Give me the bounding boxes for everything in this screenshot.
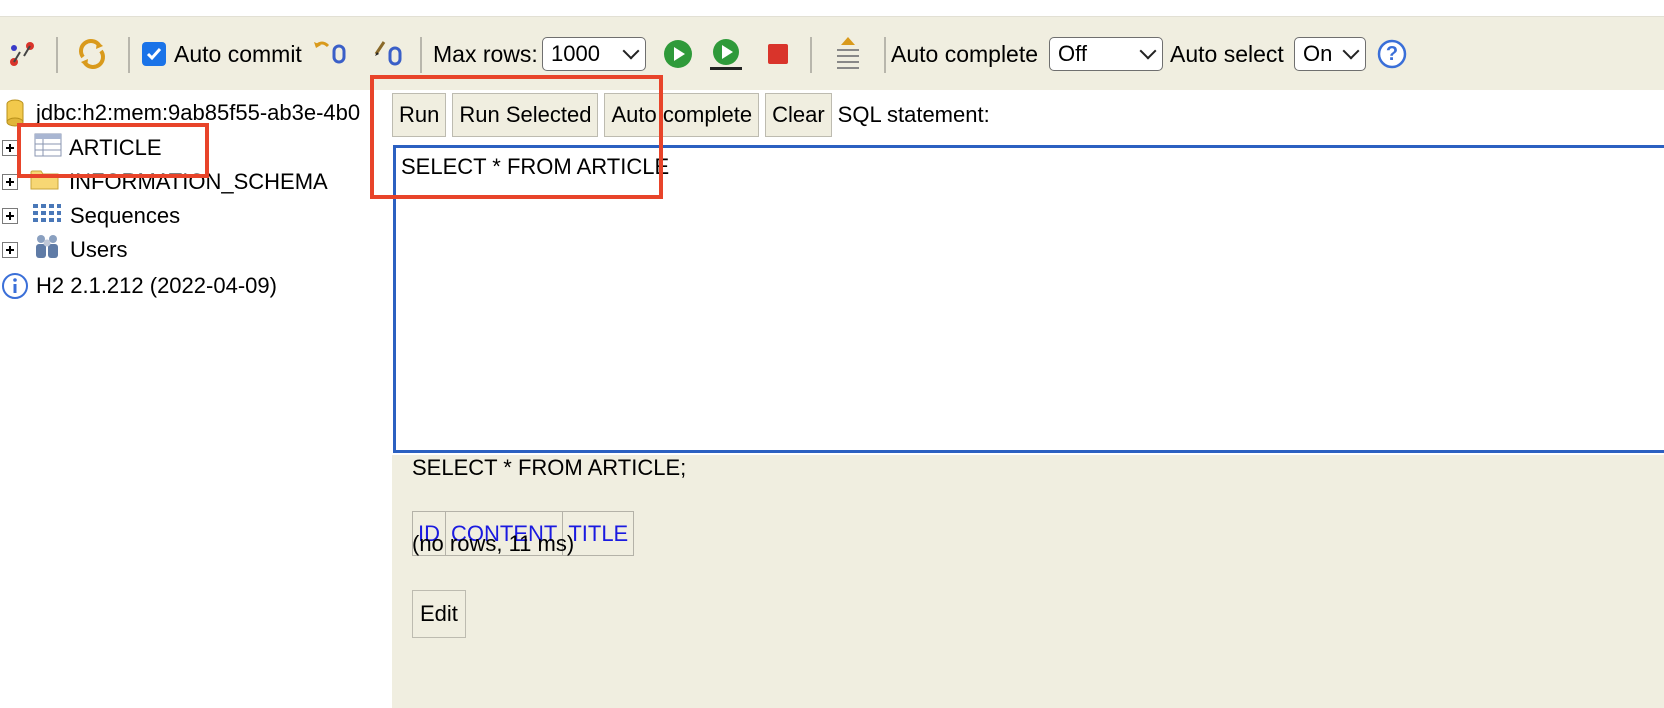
commit-button[interactable] xyxy=(370,17,406,91)
max-rows-label: Max rows: xyxy=(433,40,538,67)
auto-complete-group: Auto complete xyxy=(891,17,1038,91)
database-icon xyxy=(0,99,30,127)
tree-item-article[interactable]: ARTICLE xyxy=(0,130,162,166)
refresh-icon xyxy=(74,36,110,72)
tree-item-label: ARTICLE xyxy=(69,135,162,160)
auto-commit-label: Auto commit xyxy=(174,40,302,67)
toolbar: Auto commit Max rows: 1000 Auto complete… xyxy=(0,16,1664,90)
expand-icon[interactable] xyxy=(2,140,18,156)
help-glyph: ? xyxy=(1385,42,1399,65)
users-icon xyxy=(32,233,62,267)
tree-item-label: Sequences xyxy=(70,203,181,228)
sql-editor[interactable]: SELECT * FROM ARTICLE xyxy=(393,145,1664,453)
tree-item-users[interactable]: Users xyxy=(0,232,127,268)
auto-complete-select[interactable]: Off xyxy=(1049,37,1163,71)
tree-item-label: INFORMATION_SCHEMA xyxy=(69,169,328,194)
table-icon xyxy=(34,133,62,163)
disconnect-button[interactable] xyxy=(4,17,40,91)
history-icon xyxy=(830,36,866,72)
folder-icon xyxy=(30,167,60,197)
auto-complete-select-wrap: Off xyxy=(1049,17,1163,91)
commit-icon xyxy=(370,36,406,72)
disconnect-icon xyxy=(4,36,40,72)
run-button[interactable]: Run xyxy=(392,93,447,137)
help-button[interactable]: ? xyxy=(1374,17,1410,91)
clear-button[interactable]: Clear xyxy=(765,93,832,137)
auto-complete-value: Off xyxy=(1058,41,1087,66)
schema-tree: jdbc:h2:mem:9ab85f55-ab3e-4b0 ARTICLE IN… xyxy=(0,90,392,708)
sequences-icon xyxy=(32,202,62,230)
sql-text: SELECT * FROM ARTICLE xyxy=(401,154,670,179)
auto-commit-toggle[interactable]: Auto commit xyxy=(142,17,302,91)
run-selected-icon xyxy=(708,36,744,72)
result-status: (no rows, 11 ms) xyxy=(412,531,575,556)
max-rows-select[interactable]: 1000 xyxy=(542,37,646,71)
expand-icon[interactable] xyxy=(2,174,18,190)
history-button[interactable] xyxy=(830,17,866,91)
sql-statement-label: SQL statement: xyxy=(837,102,990,127)
connection-url: jdbc:h2:mem:9ab85f55-ab3e-4b0 xyxy=(36,100,361,125)
chevron-down-icon xyxy=(622,42,640,60)
tree-version: H2 2.1.212 (2022-04-09) xyxy=(0,268,277,304)
result-statement: SELECT * FROM ARTICLE; xyxy=(412,455,687,480)
rollback-button[interactable] xyxy=(312,17,348,91)
auto-commit-checkbox[interactable] xyxy=(142,42,166,66)
expand-icon[interactable] xyxy=(2,242,18,258)
run-icon xyxy=(660,36,696,72)
tree-item-label: Users xyxy=(70,237,128,262)
help-icon: ? xyxy=(1374,36,1410,72)
refresh-button[interactable] xyxy=(74,17,110,91)
stop-button[interactable] xyxy=(760,17,796,91)
chevron-down-icon xyxy=(1342,42,1360,60)
run-button-toolbar[interactable] xyxy=(660,17,696,91)
max-rows-select-wrap: 1000 xyxy=(542,17,646,91)
version-text: H2 2.1.212 (2022-04-09) xyxy=(36,273,277,298)
auto-select-select[interactable]: On xyxy=(1294,37,1366,71)
edit-button[interactable]: Edit xyxy=(412,590,466,638)
expand-icon[interactable] xyxy=(2,208,18,224)
auto-select-value: On xyxy=(1303,41,1333,66)
tree-item-information-schema[interactable]: INFORMATION_SCHEMA xyxy=(0,164,328,200)
chevron-down-icon xyxy=(1139,42,1157,60)
auto-select-select-wrap: On xyxy=(1294,17,1366,91)
stop-icon xyxy=(760,36,796,72)
info-icon xyxy=(0,272,30,300)
query-toolbar: Run Run Selected Auto complete Clear SQL… xyxy=(392,90,1664,140)
result-panel: SELECT * FROM ARTICLE; ID CONTENT TITLE … xyxy=(392,455,1664,708)
tree-item-sequences[interactable]: Sequences xyxy=(0,198,180,234)
auto-select-group: Auto select xyxy=(1170,17,1284,91)
auto-complete-label: Auto complete xyxy=(891,40,1039,67)
run-selected-button-toolbar[interactable] xyxy=(708,17,744,91)
auto-complete-button[interactable]: Auto complete xyxy=(604,93,760,137)
max-rows-value: 1000 xyxy=(551,41,600,66)
max-rows-group: Max rows: xyxy=(433,17,538,91)
rollback-icon xyxy=(312,36,348,72)
auto-select-label: Auto select xyxy=(1170,40,1284,67)
tree-connection[interactable]: jdbc:h2:mem:9ab85f55-ab3e-4b0 xyxy=(0,95,360,131)
run-selected-button[interactable]: Run Selected xyxy=(452,93,599,137)
